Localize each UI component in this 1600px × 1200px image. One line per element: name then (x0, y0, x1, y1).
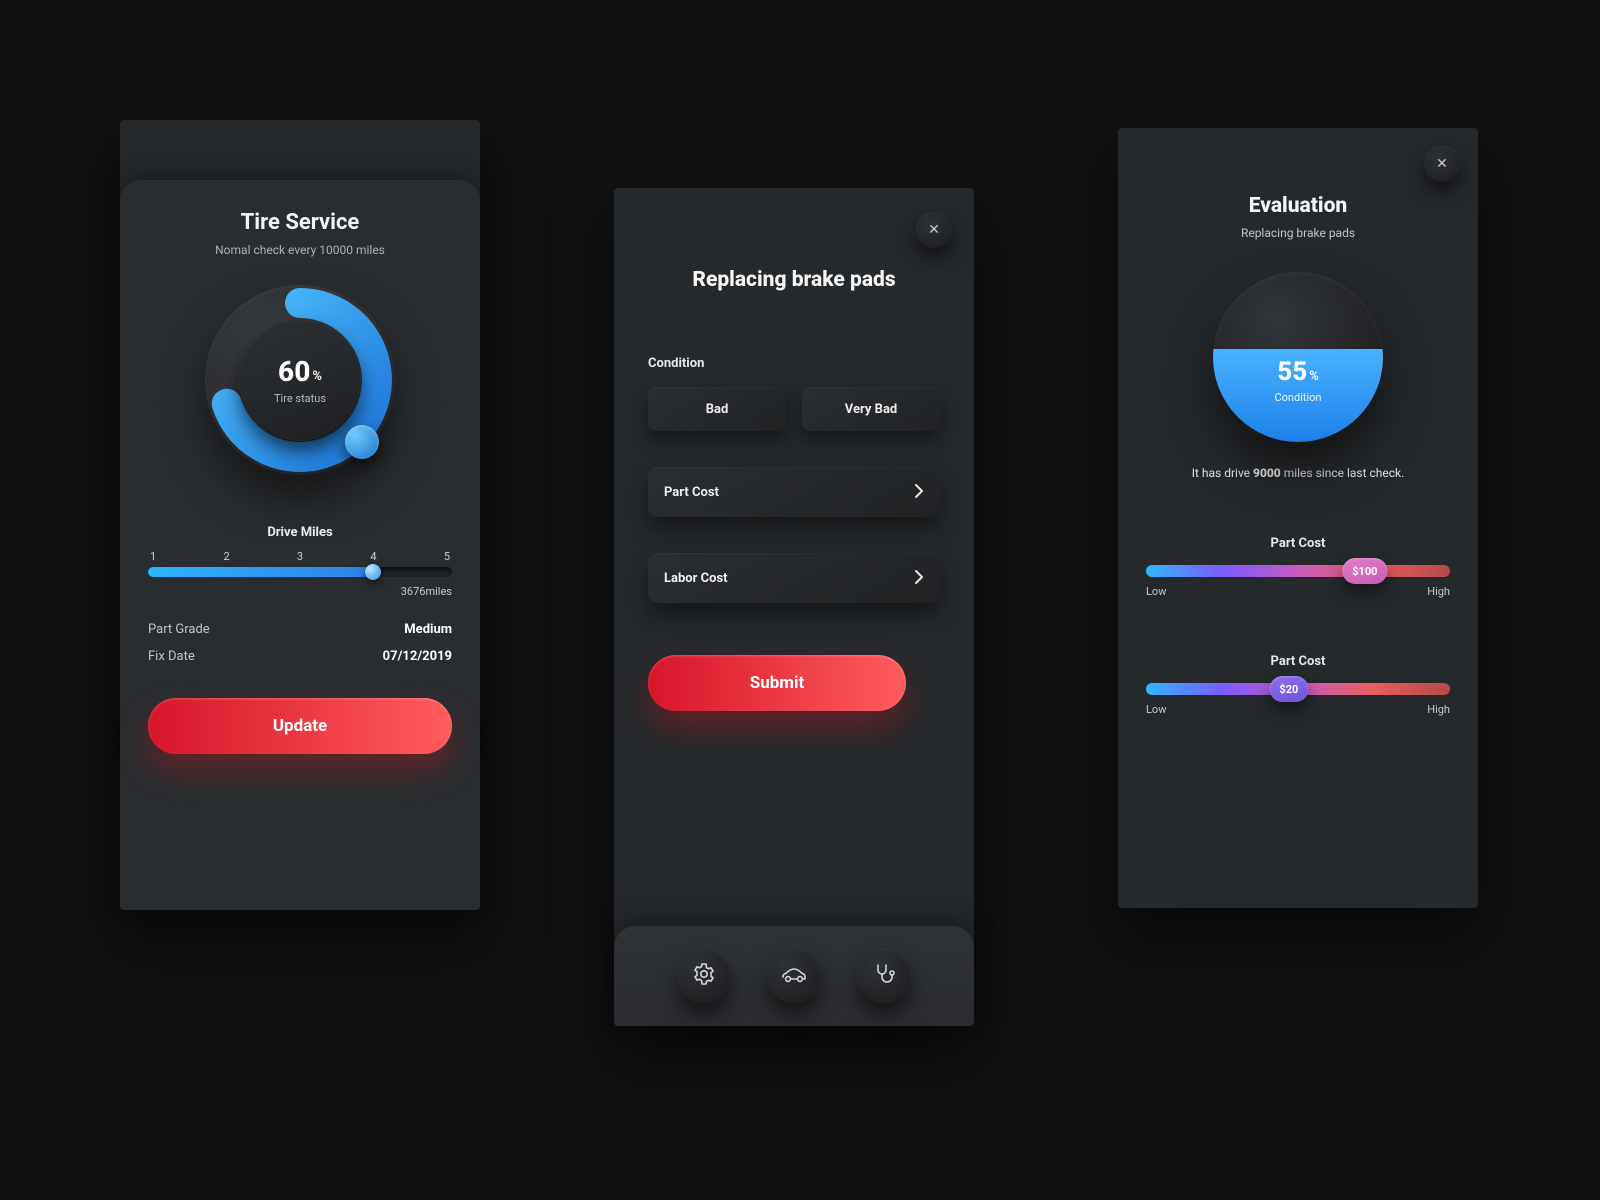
car-icon (780, 964, 808, 988)
stethoscope-icon (872, 962, 896, 990)
close-button[interactable]: ✕ (1424, 146, 1460, 182)
close-icon: ✕ (1436, 156, 1448, 172)
tab-diagnostics[interactable] (857, 949, 911, 1003)
update-button[interactable]: Update (148, 698, 452, 754)
drive-miles-fill (148, 567, 373, 577)
range-high: High (1427, 703, 1450, 716)
condition-very-bad-button[interactable]: Very Bad (802, 387, 940, 431)
drive-miles-ticks: 1 2 3 4 5 (148, 550, 452, 563)
range-low: Low (1146, 703, 1166, 716)
dial-label: Tire status (274, 392, 326, 405)
part-cost-row[interactable]: Part Cost (648, 467, 940, 517)
tab-car[interactable] (767, 949, 821, 1003)
page-title: Evaluation (1146, 194, 1450, 218)
part-cost-1-label: Part Cost (1146, 536, 1450, 551)
condition-label: Condition (1274, 391, 1321, 404)
condition-label: Condition (648, 356, 940, 371)
part-cost-2-slider[interactable]: $20 (1146, 683, 1450, 695)
range-low: Low (1146, 585, 1166, 598)
drive-miles-label: Drive Miles (148, 525, 452, 540)
drive-miles-slider[interactable] (148, 567, 452, 577)
chevron-right-icon (915, 483, 924, 502)
page-subtitle: Replacing brake pads (1146, 226, 1450, 240)
close-button[interactable]: ✕ (916, 212, 952, 248)
range-high: High (1427, 585, 1450, 598)
tab-settings[interactable] (677, 949, 731, 1003)
condition-unit: % (1309, 369, 1319, 384)
submit-button[interactable]: Submit (648, 655, 906, 711)
page-subtitle: Nomal check every 10000 miles (148, 243, 452, 257)
tire-status-dial[interactable]: 60% Tire status (205, 285, 395, 475)
brake-pads-screen: ✕ Replacing brake pads Condition Bad Ver… (614, 188, 974, 1026)
part-cost-2-thumb[interactable]: $20 (1269, 676, 1308, 702)
drive-miles-thumb[interactable] (365, 564, 381, 580)
chevron-right-icon (915, 569, 924, 588)
page-title: Replacing brake pads (648, 268, 940, 292)
labor-cost-row[interactable]: Labor Cost (648, 553, 940, 603)
fix-date-row: Fix Date 07/12/2019 (148, 649, 452, 664)
condition-value: 55 (1277, 357, 1307, 387)
tire-service-card: Tire Service Nomal check every 10000 mil… (120, 180, 480, 910)
page-title: Tire Service (148, 210, 452, 235)
dial-unit: % (312, 369, 322, 384)
bottom-tabbar (614, 926, 974, 1026)
dial-value: 60 (278, 355, 310, 388)
evaluation-screen: ✕ Evaluation Replacing brake pads 55% Co… (1118, 128, 1478, 908)
condition-bad-button[interactable]: Bad (648, 387, 786, 431)
miles-sentence: It has drive 9000 miles since last check… (1146, 466, 1450, 480)
close-icon: ✕ (928, 222, 940, 238)
part-grade-row: Part Grade Medium (148, 622, 452, 637)
part-cost-1-slider[interactable]: $100 (1146, 565, 1450, 577)
dial-knob[interactable] (345, 425, 379, 459)
drive-miles-readout: 3676miles (148, 585, 452, 598)
gear-icon (692, 962, 716, 990)
part-cost-2-label: Part Cost (1146, 654, 1450, 669)
tire-service-screen: Tire Service Nomal check every 10000 mil… (120, 120, 480, 910)
condition-gauge: 55% Condition (1213, 272, 1383, 442)
part-cost-1-thumb[interactable]: $100 (1342, 558, 1387, 584)
